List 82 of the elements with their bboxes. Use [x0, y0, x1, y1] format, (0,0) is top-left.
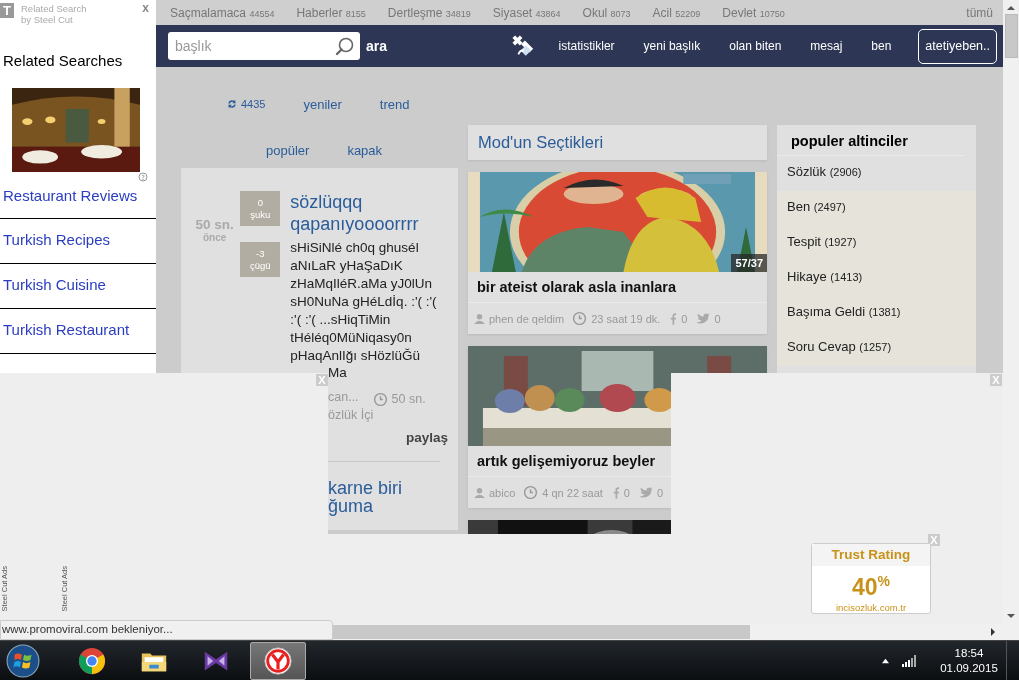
ad-subtitle: by Steel Cut — [21, 14, 74, 25]
clock-icon — [572, 311, 588, 326]
search-button[interactable]: ara — [360, 38, 388, 54]
category-link[interactable]: Haberler 8155 — [296, 5, 366, 20]
search-link[interactable]: Restaurant Reviews — [0, 184, 156, 219]
clock-date: 01.09.2015 — [940, 660, 998, 676]
search-link[interactable]: Turkish Cuisine — [0, 264, 156, 309]
vote-button[interactable]: 0 şuku — [240, 191, 281, 226]
feed-tab[interactable]: popüler — [266, 141, 310, 159]
channel-link[interactable]: Ben (2497) — [777, 191, 976, 226]
facebook-icon — [668, 311, 678, 326]
twitter-icon — [695, 312, 711, 325]
post-age: 4 qn 22 saat — [542, 486, 603, 499]
rating-value: 40$^{%}$ — [851, 572, 890, 602]
share-count: 0 — [714, 312, 721, 325]
feed-tab[interactable]: yeniler — [303, 95, 342, 113]
entry-body: sHiSiNlé ch0q ghusél aNıLaR yHaŞaDıK zHaMqIléR.aMa yJ0lUn sH0NuNa gHéLdİq. :'( :'( :'( :'( ...sHiqTiMin tHéléq0MüNiqasy0n pHaqAnlIğı sHözlüĞü — [290, 239, 438, 365]
clock-icon — [523, 485, 539, 500]
author-link[interactable]: phen de qeldim — [489, 312, 565, 325]
info-icon — [138, 172, 148, 182]
entry-body-fragment: Ma — [328, 365, 348, 382]
taskbar-app[interactable] — [250, 641, 306, 680]
share-count: 0 — [623, 486, 630, 499]
search-link[interactable]: Turkish Recipes — [0, 219, 156, 264]
satellite-icon — [510, 34, 535, 58]
nav-link[interactable]: mesaj — [810, 39, 843, 53]
signal-icon — [902, 654, 916, 667]
close-button[interactable]: x — [139, 3, 152, 13]
entry-age: 50 sn. — [391, 392, 426, 406]
section-title: Mod'un Seçtikleri — [478, 133, 604, 152]
feed-tab[interactable]: trend — [379, 95, 410, 113]
channel-link[interactable]: Tespit (1927) — [777, 226, 976, 261]
share-count: 0 — [657, 486, 664, 499]
tray-arrow-icon — [881, 657, 890, 664]
author-link[interactable]: abico — [489, 486, 516, 499]
horizontal-scrollbar[interactable] — [333, 624, 1019, 640]
category-link[interactable]: Acil 52209 — [652, 5, 701, 20]
refresh-icon — [226, 98, 238, 110]
author-link[interactable]: can... — [328, 390, 359, 408]
widget-title: Trust Rating — [812, 544, 930, 566]
entry-title[interactable]: sözlüqqq qapanıyoooorrrr — [290, 191, 448, 235]
ad-title: Related Search — [21, 3, 87, 14]
category-link[interactable]: Siyaset 43864 — [492, 5, 561, 20]
ad-logo: T — [0, 3, 14, 18]
category-link[interactable]: Okul 8073 — [582, 5, 631, 20]
post-title[interactable]: bir ateist olarak asla inanlara — [468, 272, 767, 303]
category-link[interactable]: Saçmalamaca 44554 — [170, 5, 275, 20]
clock-icon — [372, 391, 388, 407]
refresh-tab[interactable]: 4435 — [226, 95, 266, 113]
nav-link[interactable]: ben — [871, 39, 892, 53]
site-name: incisozluk.com.tr — [835, 601, 907, 613]
channel-link[interactable]: Soru Cevap (1257) — [777, 331, 976, 366]
user-icon — [474, 487, 485, 498]
browser-icon — [77, 645, 107, 676]
user-icon — [474, 313, 485, 324]
post-age: 23 saat 19 dk. — [591, 312, 661, 325]
twitter-icon — [638, 486, 653, 499]
channel-link[interactable]: Sözlük (2906) — [777, 156, 976, 191]
category-link[interactable]: Dertleşme 34819 — [387, 5, 471, 20]
search-link[interactable]: Turkish Restaurant — [0, 309, 156, 354]
all-link[interactable]: tümü — [966, 5, 993, 20]
share-count: 0 — [681, 312, 688, 325]
entry-title[interactable]: karne biri ğuma — [328, 479, 438, 515]
user-menu-button[interactable]: atetiyeben.. — [918, 28, 997, 64]
ad-heading: Related Searches — [2, 51, 124, 71]
search-field[interactable]: başlık — [168, 32, 360, 60]
share-button[interactable]: paylaş — [405, 430, 448, 445]
browser-icon — [263, 645, 293, 676]
panel-title: populer altinciler — [777, 125, 964, 156]
category-link[interactable]: Devlet 10750 — [722, 5, 785, 20]
nav-link[interactable]: istatistikler — [558, 39, 615, 53]
image-count-badge: 57/37 — [731, 254, 767, 272]
channel-link[interactable]: Hikaye (1413) — [777, 261, 976, 296]
channel-link[interactable]: Başıma Geldi (1381) — [777, 296, 976, 331]
vertical-scrollbar[interactable] — [1003, 0, 1019, 624]
feed-tab[interactable]: kapak — [347, 141, 383, 159]
search-icon — [335, 36, 355, 56]
clock-time: 18:54 — [954, 645, 984, 661]
status-text: www.promoviral.com bekleniyor... — [0, 620, 333, 640]
vote-button[interactable]: -3 çügü — [240, 242, 281, 277]
nav-link[interactable]: olan biten — [729, 39, 782, 53]
nav-link[interactable]: yeni başlık — [643, 39, 701, 53]
